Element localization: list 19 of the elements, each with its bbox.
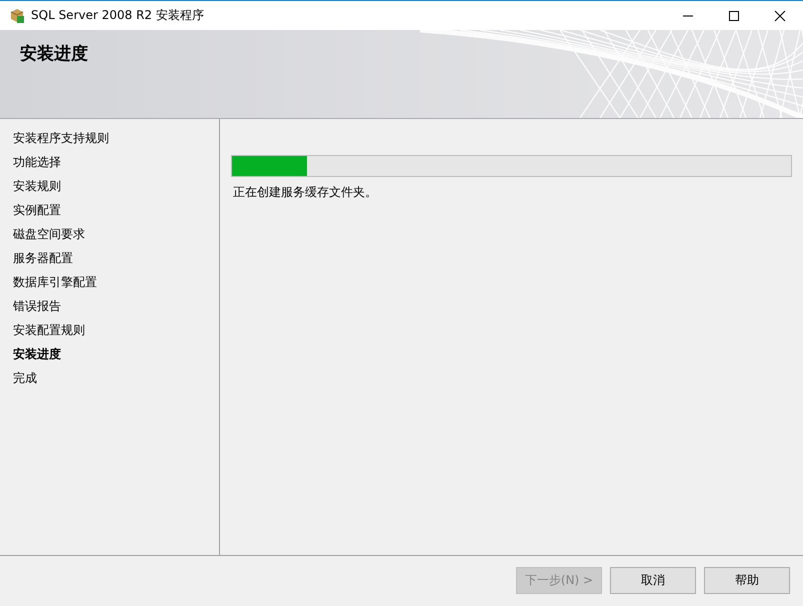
app-icon xyxy=(9,8,25,24)
sidebar-item[interactable]: 实例配置 xyxy=(13,202,61,226)
sidebar-item[interactable]: 安装进度 xyxy=(13,346,61,370)
close-icon xyxy=(774,10,786,22)
sidebar-item[interactable]: 功能选择 xyxy=(13,154,61,178)
status-text: 正在创建服务缓存文件夹。 xyxy=(233,184,377,201)
sidebar-item[interactable]: 磁盘空间要求 xyxy=(13,226,85,250)
sidebar-item[interactable]: 服务器配置 xyxy=(13,250,73,274)
maximize-icon xyxy=(728,10,740,22)
sidebar-item[interactable]: 安装规则 xyxy=(13,178,61,202)
window-title: SQL Server 2008 R2 安装程序 xyxy=(31,7,204,24)
sidebar-item[interactable]: 安装程序支持规则 xyxy=(13,130,109,154)
dialog-button[interactable]: 取消 xyxy=(610,566,696,594)
sidebar-item[interactable]: 错误报告 xyxy=(13,298,61,322)
dialog-button[interactable]: 帮助 xyxy=(704,566,790,594)
sidebar-item[interactable]: 完成 xyxy=(13,370,37,394)
sidebar-item[interactable]: 数据库引擎配置 xyxy=(13,274,97,298)
sidebar-item[interactable]: 安装配置规则 xyxy=(13,322,85,346)
page-title: 安装进度 xyxy=(20,43,88,65)
